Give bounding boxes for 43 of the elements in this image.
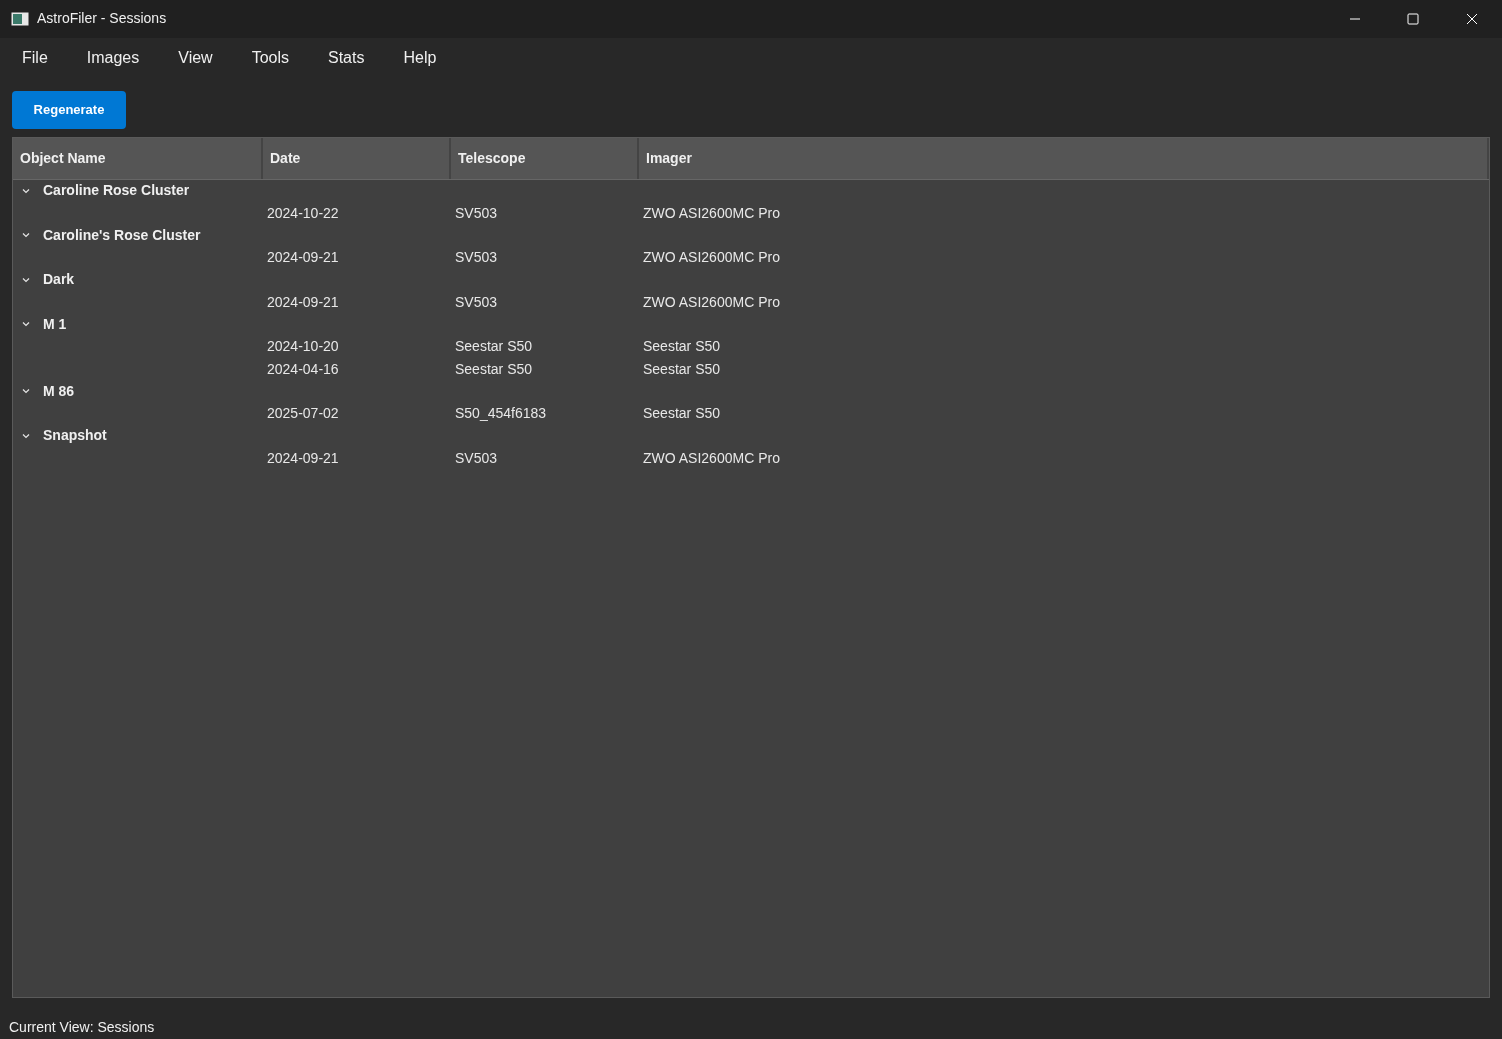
- menu-item[interactable]: View: [166, 45, 225, 70]
- table-cell-text: ZWO ASI2600MC Pro: [642, 248, 780, 267]
- table-cell-text: ZWO ASI2600MC Pro: [642, 292, 780, 312]
- table-cell-text: Seestar S50: [642, 359, 721, 379]
- group-name: M 86: [43, 381, 75, 401]
- table-cell-text: Seestar S50: [642, 404, 721, 423]
- menu-item[interactable]: File: [10, 45, 60, 70]
- table-cell-text: SV503: [454, 292, 498, 312]
- table-cell-text: SV503: [454, 448, 498, 468]
- group-name: Caroline's Rose Cluster: [43, 225, 201, 245]
- column-header[interactable]: Telescope: [451, 137, 639, 179]
- status-text: Current View: Sessions: [9, 1019, 155, 1035]
- group-name: M 1: [43, 314, 67, 334]
- table-cell-text: Seestar S50: [454, 337, 533, 356]
- table-cell-text: SV503: [454, 203, 498, 223]
- menu-item[interactable]: Images: [74, 45, 152, 70]
- regenerate-button[interactable]: Regenerate: [12, 90, 126, 129]
- group-name: Caroline Rose Cluster: [43, 181, 190, 201]
- column-header[interactable]: Date: [263, 137, 451, 179]
- table-cell-text: S50_454f6183: [454, 404, 547, 423]
- table-cell-text: SV503: [454, 248, 498, 267]
- group-name: Dark: [43, 270, 75, 290]
- table-cell-text: Seestar S50: [454, 359, 533, 379]
- table-cell-text: 2025-07-02: [266, 404, 339, 423]
- menu-item[interactable]: Tools: [239, 45, 301, 70]
- table-cell-text: 2024-09-21: [266, 248, 339, 267]
- table-cell-text: 2024-10-22: [266, 203, 339, 223]
- window-title: AstroFiler - Sessions: [37, 9, 167, 29]
- table-cell-text: 2024-04-16: [266, 359, 339, 379]
- group-name: Snapshot: [43, 426, 107, 446]
- column-header[interactable]: Imager: [639, 137, 1489, 179]
- table-cell-text: ZWO ASI2600MC Pro: [642, 448, 780, 468]
- column-header[interactable]: Object Name: [13, 137, 263, 179]
- maximize-icon[interactable]: [1407, 12, 1419, 25]
- table-cell-text: 2024-09-21: [266, 448, 339, 468]
- app-icon: [11, 11, 29, 26]
- table-cell-text: Seestar S50: [642, 337, 721, 356]
- table-cell-text: ZWO ASI2600MC Pro: [642, 203, 780, 223]
- table-cell-text: 2024-09-21: [266, 292, 339, 312]
- close-icon[interactable]: [1466, 12, 1478, 25]
- menu-item[interactable]: Help: [391, 45, 449, 70]
- menu-item[interactable]: Stats: [316, 45, 377, 70]
- table-cell-text: 2024-10-20: [266, 337, 339, 356]
